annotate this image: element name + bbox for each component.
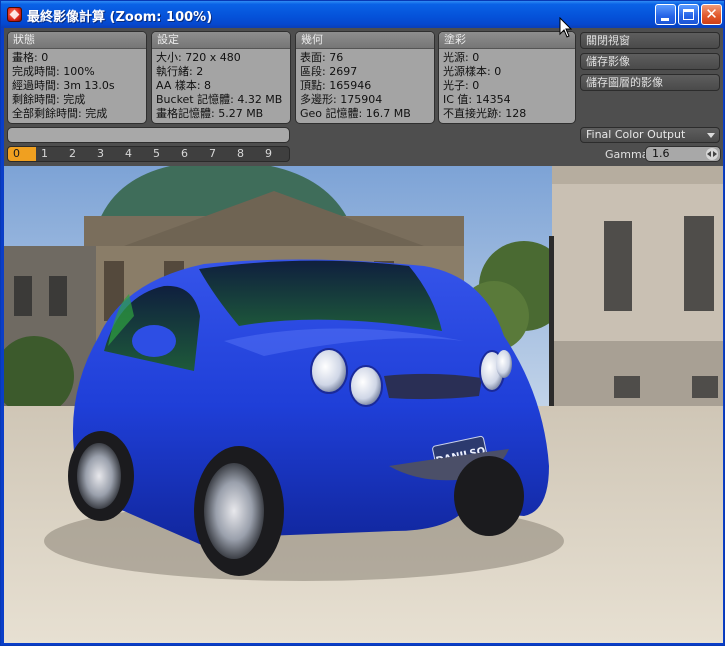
settings-threads: 執行緒: 2	[156, 65, 204, 78]
status-remaining: 剩餘時間: 完成	[12, 93, 86, 106]
frame-buffer-button-2[interactable]: 2	[64, 147, 92, 161]
shading-ic-values: IC 值: 14354	[443, 93, 511, 106]
chevron-down-icon	[707, 133, 715, 138]
settings-aa-samples: AA 樣本: 8	[156, 79, 212, 92]
render-viewport: DANILSO	[4, 166, 723, 643]
geometry-memory: Geo 記憶體: 16.7 MB	[300, 107, 411, 120]
output-buffer-dropdown[interactable]: Final Color Output	[580, 127, 720, 143]
close-icon: ✕	[705, 5, 718, 23]
gamma-label: Gamma	[605, 148, 649, 161]
render-progress-bar	[7, 127, 290, 143]
frame-buffer-button-8[interactable]: 8	[232, 147, 260, 161]
geometry-segments: 區段: 2697	[300, 65, 358, 78]
geometry-group: 幾何 表面: 76 區段: 2697 頂點: 165946 多邊形: 17590…	[295, 31, 435, 124]
status-header: 狀態	[8, 32, 146, 49]
window-title: 最終影像計算 (Zoom: 100%)	[27, 10, 213, 25]
gamma-input[interactable]: 1.6	[645, 146, 721, 162]
frame-buffer-button-4[interactable]: 4	[120, 147, 148, 161]
frame-buffer-button-3[interactable]: 3	[92, 147, 120, 161]
frame-buffer-button-1[interactable]: 1	[36, 147, 64, 161]
geometry-header: 幾何	[296, 32, 434, 49]
frame-buffer-button-0[interactable]: 0	[8, 147, 36, 161]
shading-photons: 光子: 0	[443, 79, 480, 92]
status-group: 狀態 畫格: 0 完成時間: 100% 經過時間: 3m 13.0s 剩餘時間:…	[7, 31, 147, 124]
close-button[interactable]: ✕	[701, 4, 722, 25]
save-layered-image-button[interactable]: 儲存圖層的影像	[580, 74, 720, 91]
render-info-panel: 狀態 畫格: 0 完成時間: 100% 經過時間: 3m 13.0s 剩餘時間:…	[4, 28, 723, 166]
rendered-image: DANILSO	[4, 166, 723, 643]
shading-indirect-rays: 不直接光跡: 128	[443, 107, 527, 120]
frame-buffer-button-6[interactable]: 6	[176, 147, 204, 161]
title-bar[interactable]: 最終影像計算 (Zoom: 100%) ✕	[1, 1, 724, 28]
geometry-polygons: 多邊形: 175904	[300, 93, 383, 106]
maximize-icon	[683, 9, 694, 20]
render-window: 最終影像計算 (Zoom: 100%) ✕ 狀態 畫格: 0 完成時間: 100…	[0, 0, 725, 646]
settings-size: 大小: 720 x 480	[156, 51, 241, 64]
status-frame: 畫格: 0	[12, 51, 49, 64]
shading-group: 塗彩 光源: 0 光源樣本: 0 光子: 0 IC 值: 14354 不直接光跡…	[438, 31, 576, 124]
frame-buffer-button-5[interactable]: 5	[148, 147, 176, 161]
status-elapsed: 經過時間: 3m 13.0s	[12, 79, 115, 92]
shading-header: 塗彩	[439, 32, 575, 49]
frame-buffer-selector: 0123456789	[7, 146, 290, 162]
settings-header: 設定	[152, 32, 290, 49]
maximize-button[interactable]	[678, 4, 699, 25]
minimize-button[interactable]	[655, 4, 676, 25]
settings-bucket-memory: Bucket 記憶體: 4.32 MB	[156, 93, 283, 106]
settings-frame-memory: 畫格記憶體: 5.27 MB	[156, 107, 264, 120]
minimize-icon	[661, 18, 669, 21]
gamma-spinner[interactable]	[706, 148, 718, 160]
status-total-remaining: 全部剩餘時間: 完成	[12, 107, 108, 120]
frame-buffer-button-7[interactable]: 7	[204, 147, 232, 161]
shading-lights: 光源: 0	[443, 51, 480, 64]
app-icon	[7, 7, 22, 22]
geometry-surfaces: 表面: 76	[300, 51, 344, 64]
close-window-button[interactable]: 關閉視窗	[580, 32, 720, 49]
geometry-vertices: 頂點: 165946	[300, 79, 372, 92]
mouse-pointer-icon	[559, 17, 573, 38]
settings-group: 設定 大小: 720 x 480 執行緒: 2 AA 樣本: 8 Bucket …	[151, 31, 291, 124]
save-image-button[interactable]: 儲存影像	[580, 53, 720, 70]
output-buffer-value: Final Color Output	[586, 128, 686, 141]
frame-buffer-button-9[interactable]: 9	[260, 147, 288, 161]
gamma-value: 1.6	[652, 147, 670, 160]
status-complete: 完成時間: 100%	[12, 65, 95, 78]
shading-light-samples: 光源樣本: 0	[443, 65, 502, 78]
